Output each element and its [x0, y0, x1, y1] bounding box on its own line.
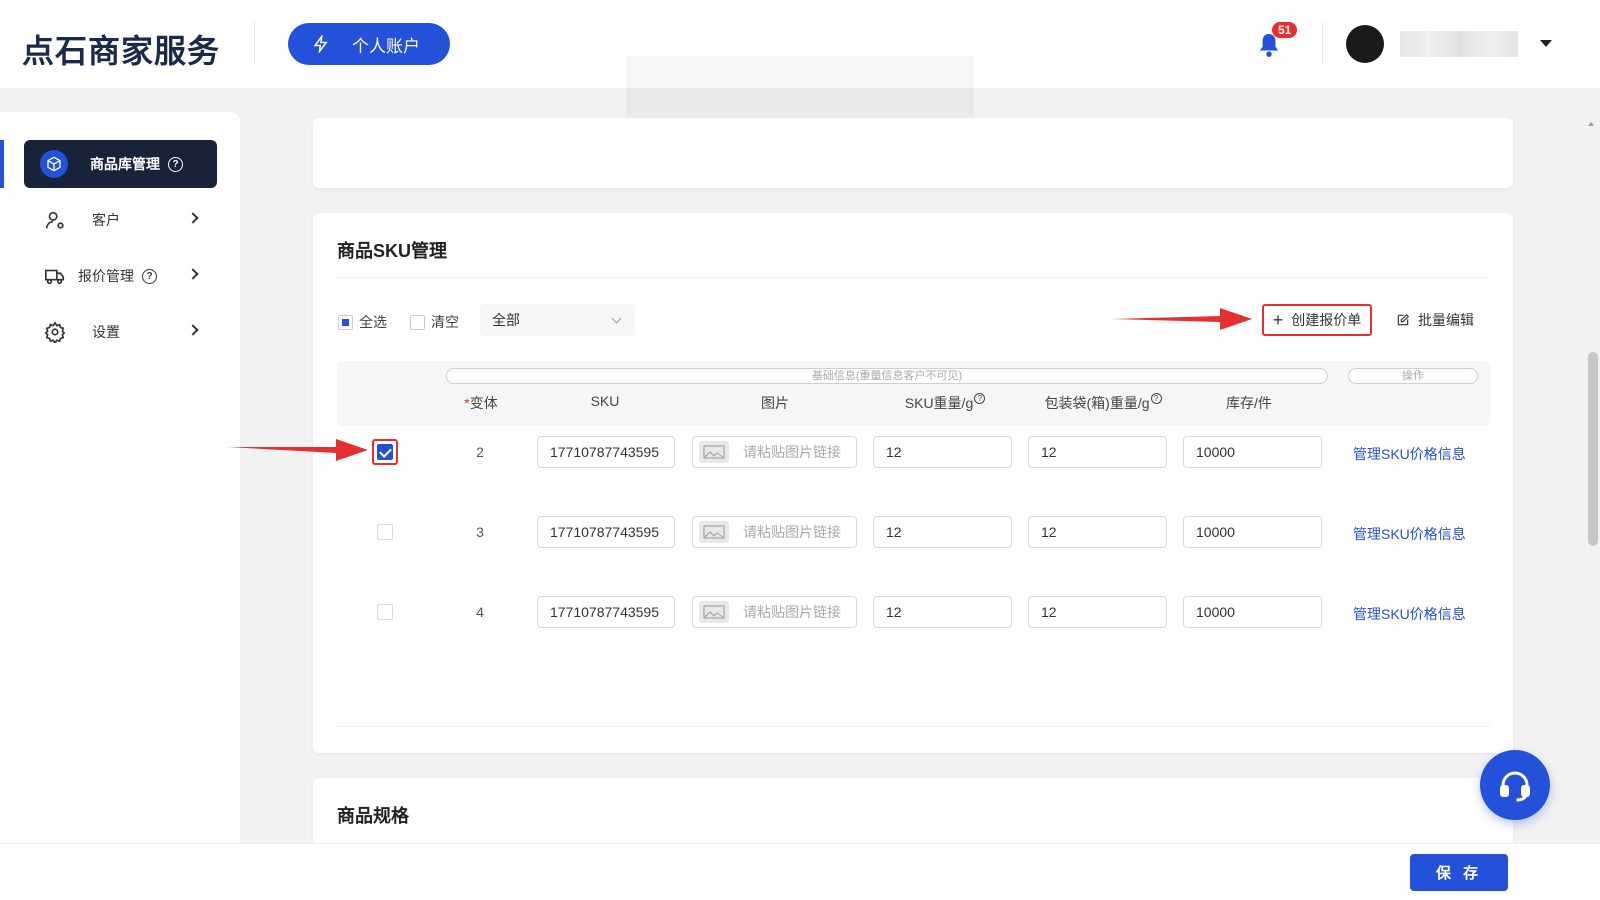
faded-tooltip-overlay [626, 56, 974, 120]
truck-icon [45, 269, 65, 285]
image-url-input[interactable]: 请粘贴图片链接 [692, 436, 857, 468]
sidebar-item-label: 商品库管理 [90, 156, 160, 172]
stock-input[interactable]: 10000 [1183, 516, 1322, 548]
sku-weight-input[interactable]: 12 [873, 436, 1012, 468]
manage-sku-price-link[interactable]: 管理SKU价格信息 [1353, 604, 1466, 624]
package-weight-input[interactable]: 12 [1028, 436, 1167, 468]
column-header-variant: *变体 [464, 395, 498, 411]
footer-bar [0, 843, 1600, 900]
chevron-down-icon [611, 313, 622, 324]
variant-number: 3 [476, 524, 484, 540]
variant-number: 2 [476, 444, 484, 460]
stock-input[interactable]: 10000 [1183, 596, 1322, 628]
column-header-sku: SKU [590, 393, 620, 409]
row-checkbox[interactable] [377, 524, 393, 540]
sidebar-item-label: 报价管理 [78, 268, 134, 284]
scrollbar-thumb[interactable] [1588, 352, 1598, 546]
package-weight-input[interactable]: 12 [1028, 516, 1167, 548]
sku-weight-input[interactable]: 12 [873, 596, 1012, 628]
scroll-up-icon[interactable] [1588, 122, 1594, 126]
chevron-right-icon [187, 212, 199, 224]
header-divider [254, 22, 255, 64]
chevron-right-icon [187, 324, 199, 336]
create-quote-label: 创建报价单 [1291, 312, 1362, 328]
header-divider [1322, 22, 1323, 64]
help-icon[interactable]: ? [142, 268, 157, 284]
column-header-sku-weight: SKU重量/g? [900, 393, 990, 413]
row-checkbox[interactable] [377, 444, 393, 460]
filter-value: 全部 [492, 312, 520, 328]
gear-icon [44, 321, 66, 343]
sidebar-item-settings[interactable]: 设置 [24, 308, 217, 356]
checkbox-indeterminate [338, 314, 353, 330]
batch-edit-button[interactable]: 批量编辑 [1396, 304, 1474, 336]
image-icon [699, 601, 729, 623]
help-icon[interactable]: ? [168, 156, 183, 172]
image-url-placeholder: 请粘贴图片链接 [743, 604, 841, 620]
previous-section-card [313, 118, 1513, 188]
clear-label: 清空 [431, 314, 459, 330]
plus-icon: + [1272, 310, 1284, 330]
checkbox [410, 314, 425, 330]
avatar[interactable] [1346, 25, 1384, 63]
stock-input[interactable]: 10000 [1183, 436, 1322, 468]
create-quote-button[interactable]: + 创建报价单 [1262, 304, 1372, 336]
sidebar-item-customers[interactable]: 客户 [24, 196, 217, 244]
image-icon [699, 441, 729, 463]
annotation-arrow [228, 439, 368, 461]
sidebar-item-product-library[interactable]: 商品库管理 ? [24, 140, 217, 188]
user-icon [45, 211, 64, 229]
select-all-label: 全选 [359, 314, 387, 330]
select-all-checkbox[interactable]: 全选 [338, 312, 387, 332]
sidebar-active-indicator [0, 140, 4, 188]
manage-sku-price-link[interactable]: 管理SKU价格信息 [1353, 524, 1466, 544]
chevron-right-icon [187, 268, 199, 280]
column-header-image: 图片 [761, 395, 789, 411]
lightning-icon [313, 35, 328, 53]
personal-account-label: 个人账户 [352, 36, 420, 56]
column-header-package-weight: 包装袋(箱)重量/g? [1036, 393, 1170, 413]
sku-management-card [313, 213, 1513, 753]
notification-badge: 51 [1272, 22, 1298, 38]
image-url-input[interactable]: 请粘贴图片链接 [692, 516, 857, 548]
section-title: 商品SKU管理 [337, 241, 448, 261]
sidebar-item-label: 客户 [92, 212, 120, 228]
batch-edit-label: 批量编辑 [1418, 312, 1474, 328]
table-divider [337, 726, 1490, 727]
section-divider [337, 277, 1490, 278]
variant-filter-select[interactable]: 全部 [480, 304, 634, 336]
help-icon[interactable]: ? [974, 393, 986, 404]
clear-checkbox[interactable]: 清空 [410, 312, 459, 332]
row-checkbox[interactable] [377, 604, 393, 620]
manage-sku-price-link[interactable]: 管理SKU价格信息 [1353, 444, 1466, 464]
basic-info-group-label: 基础信息(重量信息客户不可见) [446, 368, 1328, 384]
customer-service-button[interactable] [1480, 750, 1550, 820]
personal-account-button[interactable]: 个人账户 [288, 23, 450, 65]
edit-icon [1397, 313, 1410, 326]
column-header-stock: 库存/件 [1226, 395, 1272, 411]
section-title: 商品规格 [337, 806, 409, 826]
headset-icon [1500, 771, 1530, 802]
sidebar-item-label: 设置 [92, 324, 120, 340]
sku-input[interactable]: 17710787743595 [537, 436, 675, 468]
username[interactable] [1400, 31, 1518, 57]
sidebar-item-quote-management[interactable]: 报价管理 ? [24, 252, 217, 300]
sku-input[interactable]: 17710787743595 [537, 516, 675, 548]
chevron-down-icon[interactable] [1540, 40, 1552, 47]
box-icon [40, 150, 68, 178]
image-url-placeholder: 请粘贴图片链接 [743, 444, 841, 460]
image-url-input[interactable]: 请粘贴图片链接 [692, 596, 857, 628]
image-icon [699, 521, 729, 543]
package-weight-input[interactable]: 12 [1028, 596, 1167, 628]
app-logo[interactable]: 点石商家服务 [22, 26, 220, 72]
variant-number: 4 [476, 604, 484, 620]
help-icon[interactable]: ? [1150, 393, 1162, 404]
save-button[interactable]: 保 存 [1410, 854, 1508, 891]
sku-input[interactable]: 17710787743595 [537, 596, 675, 628]
annotation-arrow [1112, 308, 1252, 330]
operations-group-label: 操作 [1348, 368, 1478, 384]
image-url-placeholder: 请粘贴图片链接 [743, 524, 841, 540]
sku-weight-input[interactable]: 12 [873, 516, 1012, 548]
